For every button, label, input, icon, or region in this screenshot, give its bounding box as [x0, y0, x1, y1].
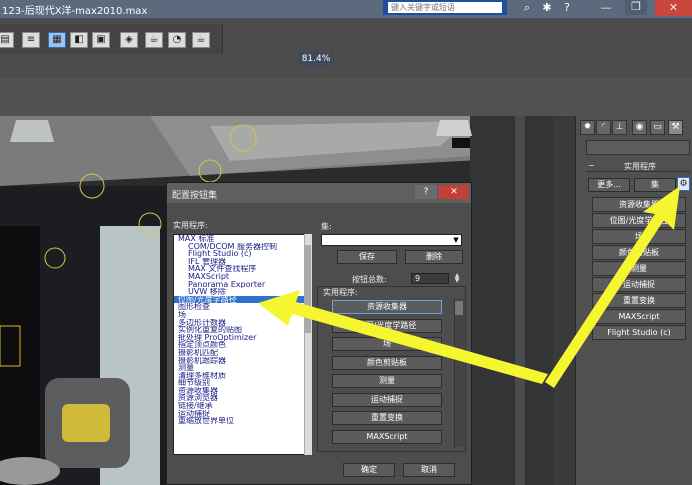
- annotation-arrows: [258, 186, 680, 388]
- yellow-arrow-list: [258, 290, 548, 384]
- yellow-arrow-panel: [545, 186, 680, 388]
